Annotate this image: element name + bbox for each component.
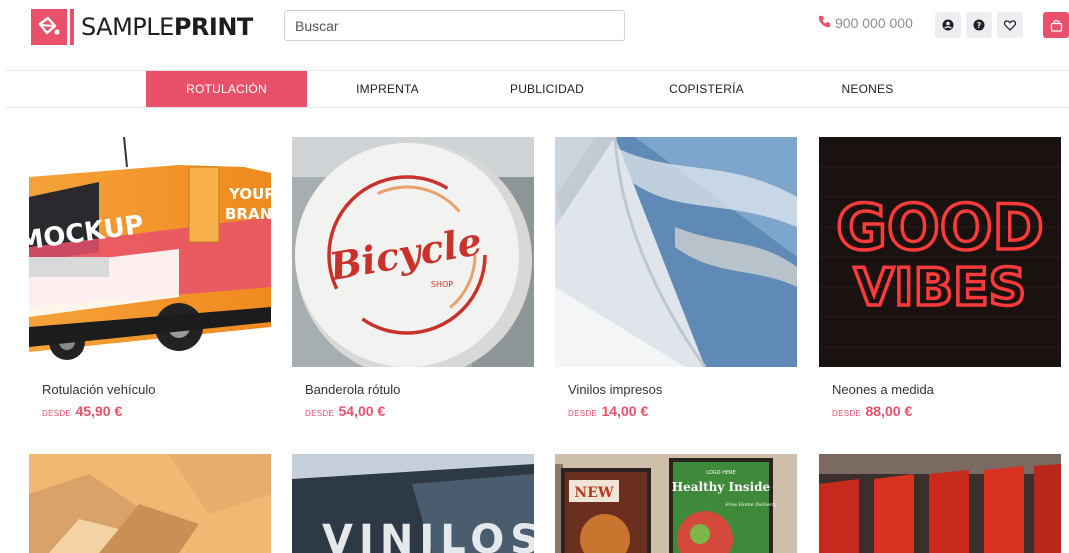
product-price: DESDE 14,00 € bbox=[568, 403, 648, 421]
product-price: DESDE 54,00 € bbox=[305, 403, 385, 421]
price-prefix: DESDE bbox=[305, 409, 335, 418]
nav-divider-bottom bbox=[6, 107, 1069, 108]
price-prefix: DESDE bbox=[568, 409, 598, 418]
phone-icon bbox=[818, 15, 831, 31]
product-image-window-vinyl[interactable]: VINILOS bbox=[292, 454, 534, 553]
product-name[interactable]: Rotulación vehículo bbox=[42, 382, 155, 397]
product-image-van[interactable]: YOUR BRAND MOCKUP bbox=[29, 137, 271, 367]
product-image-vinyl[interactable] bbox=[555, 137, 797, 367]
nav-item-imprenta[interactable]: IMPRENTA bbox=[307, 71, 468, 107]
poster-text-new: NEW bbox=[574, 485, 613, 501]
brand-logo[interactable]: SAMPLEPRINT bbox=[31, 9, 253, 45]
neon-text-good: GOOD bbox=[836, 191, 1044, 264]
svg-text:?: ? bbox=[977, 21, 982, 30]
price-value: 54,00 € bbox=[338, 403, 386, 419]
poster-text-logo: LOGO HERE bbox=[706, 470, 736, 476]
paint-bucket-icon bbox=[31, 9, 67, 45]
price-prefix: DESDE bbox=[832, 409, 862, 418]
product-image-neon[interactable]: GOOD VIBES bbox=[819, 137, 1061, 367]
product-price: DESDE 45,90 € bbox=[42, 403, 122, 421]
help-icon: ? bbox=[973, 19, 985, 31]
nav-item-neones[interactable]: NEONES bbox=[787, 71, 948, 107]
product-name[interactable]: Banderola rótulo bbox=[305, 382, 400, 397]
price-value: 88,00 € bbox=[865, 403, 913, 419]
poster-text-delivery: Free Home Delivery bbox=[724, 502, 776, 508]
price-value: 45,90 € bbox=[75, 403, 123, 419]
sign-text-shop: SHOP bbox=[431, 280, 453, 289]
product-card[interactable]: YOUR BRAND MOCKUP Rotulación vehículo DE… bbox=[29, 137, 271, 419]
product-price: DESDE 88,00 € bbox=[832, 403, 912, 421]
brand-name-regular: SAMPLE bbox=[81, 13, 174, 41]
product-image-posters[interactable]: NEW LOGO HERE Healthy Inside Free Home D… bbox=[555, 454, 797, 553]
product-name[interactable]: Vinilos impresos bbox=[568, 382, 662, 397]
help-button[interactable]: ? bbox=[966, 12, 992, 38]
phone-number: 900 000 000 bbox=[835, 15, 913, 31]
brand-name: SAMPLEPRINT bbox=[81, 13, 253, 41]
logo-divider bbox=[70, 9, 74, 45]
nav-item-publicidad[interactable]: PUBLICIDAD bbox=[468, 71, 626, 107]
window-text-vinilos: VINILOS bbox=[322, 517, 534, 553]
cart-icon bbox=[1050, 19, 1062, 32]
nav-item-copisteria[interactable]: COPISTERÍA bbox=[626, 71, 787, 107]
search-input[interactable] bbox=[284, 10, 625, 41]
neon-text-vibes: VIBES bbox=[854, 258, 1026, 318]
nav-item-rotulacion[interactable]: ROTULACIÓN bbox=[146, 71, 307, 107]
van-text-brand: BRAND bbox=[225, 205, 271, 223]
product-card[interactable]: Vinilos impresos DESDE 14,00 € bbox=[555, 137, 797, 419]
product-image-sign[interactable]: Bicycle SHOP bbox=[292, 137, 534, 367]
wishlist-button[interactable] bbox=[997, 12, 1023, 38]
product-image-wood-letters[interactable] bbox=[29, 454, 271, 553]
product-image-channel-letters[interactable] bbox=[819, 454, 1061, 553]
price-value: 14,00 € bbox=[601, 403, 649, 419]
poster-text-healthy: Healthy Inside bbox=[672, 480, 771, 494]
heart-icon bbox=[1004, 19, 1016, 31]
account-button[interactable] bbox=[935, 12, 961, 38]
user-icon bbox=[942, 19, 954, 31]
product-name[interactable]: Neones a medida bbox=[832, 382, 934, 397]
van-text-your: YOUR bbox=[228, 185, 271, 203]
phone-contact[interactable]: 900 000 000 bbox=[818, 15, 913, 31]
main-nav: ROTULACIÓN IMPRENTA PUBLICIDAD COPISTERÍ… bbox=[146, 71, 948, 107]
cart-button[interactable] bbox=[1043, 12, 1069, 38]
price-prefix: DESDE bbox=[42, 409, 72, 418]
product-card[interactable]: GOOD VIBES Neones a medida DESDE 88,00 € bbox=[819, 137, 1061, 419]
product-card[interactable]: Bicycle SHOP Banderola rótulo DESDE 54,0… bbox=[292, 137, 534, 419]
brand-name-bold: PRINT bbox=[173, 13, 253, 41]
